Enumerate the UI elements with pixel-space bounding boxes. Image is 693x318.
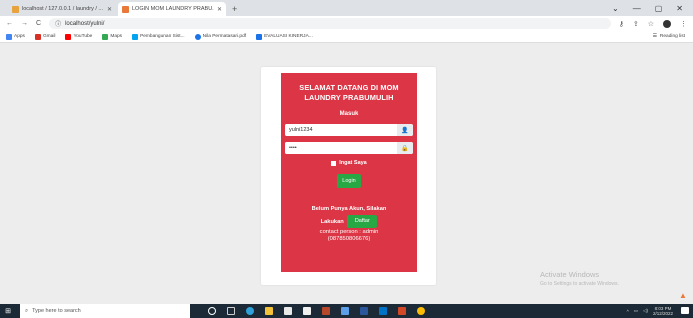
password-field: 🔒 — [285, 142, 413, 154]
register-prompt-text2: Lakukan — [320, 219, 344, 225]
url-field[interactable]: ⓘ localhost/yulni/ — [49, 18, 611, 29]
gmail-icon — [34, 33, 41, 40]
remember-me[interactable]: Ingat Saya — [331, 160, 367, 166]
lock-icon: 🔒 — [397, 142, 413, 154]
reading-list-button[interactable]: ☰ Reading list — [653, 34, 685, 39]
activate-subtitle: Go to Settings to activate Windows. — [540, 281, 619, 287]
share-icon[interactable]: ⇪ — [633, 20, 639, 28]
contact-info: contact person : admin (087850806676) — [320, 229, 379, 243]
activate-title: Activate Windows — [540, 270, 600, 279]
register-prompt: Belum Punya Akun, Silakan Lakukan Daftar — [311, 204, 387, 228]
app-icon[interactable] — [341, 307, 349, 315]
powerpoint-icon[interactable] — [398, 307, 406, 315]
register-button[interactable]: Daftar — [347, 215, 378, 228]
close-window-button[interactable]: ✕ — [676, 4, 683, 13]
battery-icon[interactable]: ▭ — [634, 308, 638, 314]
info-icon[interactable]: ⓘ — [55, 19, 61, 28]
notification-icon[interactable] — [681, 307, 689, 314]
system-tray: ^ ▭ ◁) 8:03 PM 2/12/2022 — [627, 304, 673, 318]
store-icon[interactable] — [303, 307, 311, 315]
chevron-up-icon[interactable]: ^ — [627, 309, 629, 314]
address-bar-row: ← → C ⓘ localhost/yulni/ ⚷ ⇪ ☆ ⋮ — [0, 16, 693, 31]
bookmark-maps[interactable]: Maps — [102, 33, 122, 40]
bookmark-nila[interactable]: Nila Permatasari.pdf — [194, 33, 246, 40]
tab-strip: localhost / 127.0.0.1 / laundry / ... ✕ … — [0, 0, 693, 16]
close-tab-icon[interactable]: ✕ — [217, 6, 222, 13]
mail-icon[interactable] — [284, 307, 292, 315]
login-button[interactable]: Login — [337, 174, 361, 188]
user-icon: 👤 — [397, 124, 413, 136]
bookmark-pembangunan[interactable]: Pembangunan Sist... — [132, 33, 185, 40]
register-prompt-text: Belum Punya Akun, Silakan — [311, 206, 387, 212]
phpmyadmin-icon — [12, 5, 19, 13]
search-icon: ⌕ — [25, 307, 29, 314]
menu-icon[interactable]: ⋮ — [680, 20, 687, 28]
youtube-icon — [65, 33, 72, 40]
contact-person: contact person : admin — [319, 229, 379, 235]
access-icon[interactable] — [322, 307, 330, 315]
forward-icon[interactable]: → — [21, 20, 28, 27]
volume-icon[interactable]: ◁) — [643, 308, 648, 314]
reload-icon[interactable]: C — [36, 20, 41, 27]
password-input[interactable] — [285, 142, 397, 154]
cortana-icon[interactable] — [208, 307, 216, 315]
username-input[interactable] — [285, 124, 397, 136]
search-placeholder: Type here to search — [32, 308, 81, 314]
window-controls: ⌄ — ▢ ✕ — [612, 0, 693, 16]
remember-checkbox[interactable] — [331, 160, 337, 166]
close-tab-icon[interactable]: ✕ — [107, 6, 112, 13]
back-icon[interactable]: ← — [6, 20, 13, 27]
key-icon[interactable]: ⚷ — [619, 20, 624, 28]
feedback-icon[interactable]: ▲ — [679, 291, 689, 301]
activate-windows-watermark: Activate Windows Go to Settings to activ… — [540, 270, 619, 287]
reading-list-icon: ☰ — [652, 34, 657, 39]
maximize-button[interactable]: ▢ — [655, 4, 663, 13]
star-icon[interactable]: ☆ — [648, 20, 654, 28]
bookmark-apps[interactable]: Apps — [6, 33, 25, 40]
document-icon — [256, 33, 263, 40]
task-view-icon[interactable] — [227, 307, 235, 315]
bookmark-youtube[interactable]: YouTube — [65, 33, 92, 40]
apps-icon — [6, 33, 12, 40]
contact-phone: (087850806676) — [327, 236, 371, 242]
word-icon[interactable] — [360, 307, 368, 315]
clock-date: 2/12/2022 — [652, 311, 673, 316]
taskbar-search[interactable]: ⌕ Type here to search — [20, 304, 190, 318]
chrome-icon[interactable] — [417, 307, 425, 315]
site-icon — [122, 5, 129, 13]
tab-phpmyadmin[interactable]: localhost / 127.0.0.1 / laundry / ... ✕ — [8, 2, 116, 16]
url-text: localhost/yulni/ — [65, 20, 105, 27]
tab-search-icon[interactable]: ⌄ — [612, 4, 619, 13]
file-explorer-icon[interactable] — [265, 307, 273, 315]
minimize-button[interactable]: — — [633, 4, 641, 13]
outlook-icon[interactable] — [379, 307, 387, 315]
tab-title: localhost / 127.0.0.1 / laundry / ... — [22, 6, 104, 12]
bookmark-page-icon — [132, 33, 139, 40]
login-card: SELAMAT DATANG DI MOM LAUNDRY PRABUMULIH… — [281, 73, 417, 272]
profile-avatar[interactable] — [663, 19, 671, 28]
tab-title: LOGIN MOM LAUNDRY PRABU... — [132, 6, 214, 12]
bookmark-gmail[interactable]: Gmail — [34, 33, 55, 40]
new-tab-button[interactable]: + — [232, 2, 237, 16]
globe-icon — [194, 33, 201, 40]
welcome-title: SELAMAT DATANG DI MOM LAUNDRY PRABUMULIH — [299, 83, 399, 102]
tab-login[interactable]: LOGIN MOM LAUNDRY PRABU... ✕ — [118, 2, 226, 16]
windows-start-icon[interactable]: ⊞ — [0, 304, 16, 318]
pinned-apps — [208, 307, 425, 315]
bookmarks-bar: Apps Gmail YouTube Maps Pembangunan Sist… — [0, 31, 693, 43]
remember-label: Ingat Saya — [339, 160, 367, 166]
clock[interactable]: 8:03 PM 2/12/2022 — [653, 306, 673, 316]
bookmark-evaluasi[interactable]: EVALUASI KINERJA... — [256, 33, 313, 40]
username-field: 👤 — [285, 124, 413, 136]
edge-icon[interactable] — [246, 307, 254, 315]
taskbar: ⊞ ⌕ Type here to search ^ ▭ ◁) 8:03 PM 2… — [0, 304, 693, 318]
login-heading: Masuk — [339, 111, 359, 117]
maps-icon — [102, 33, 109, 40]
